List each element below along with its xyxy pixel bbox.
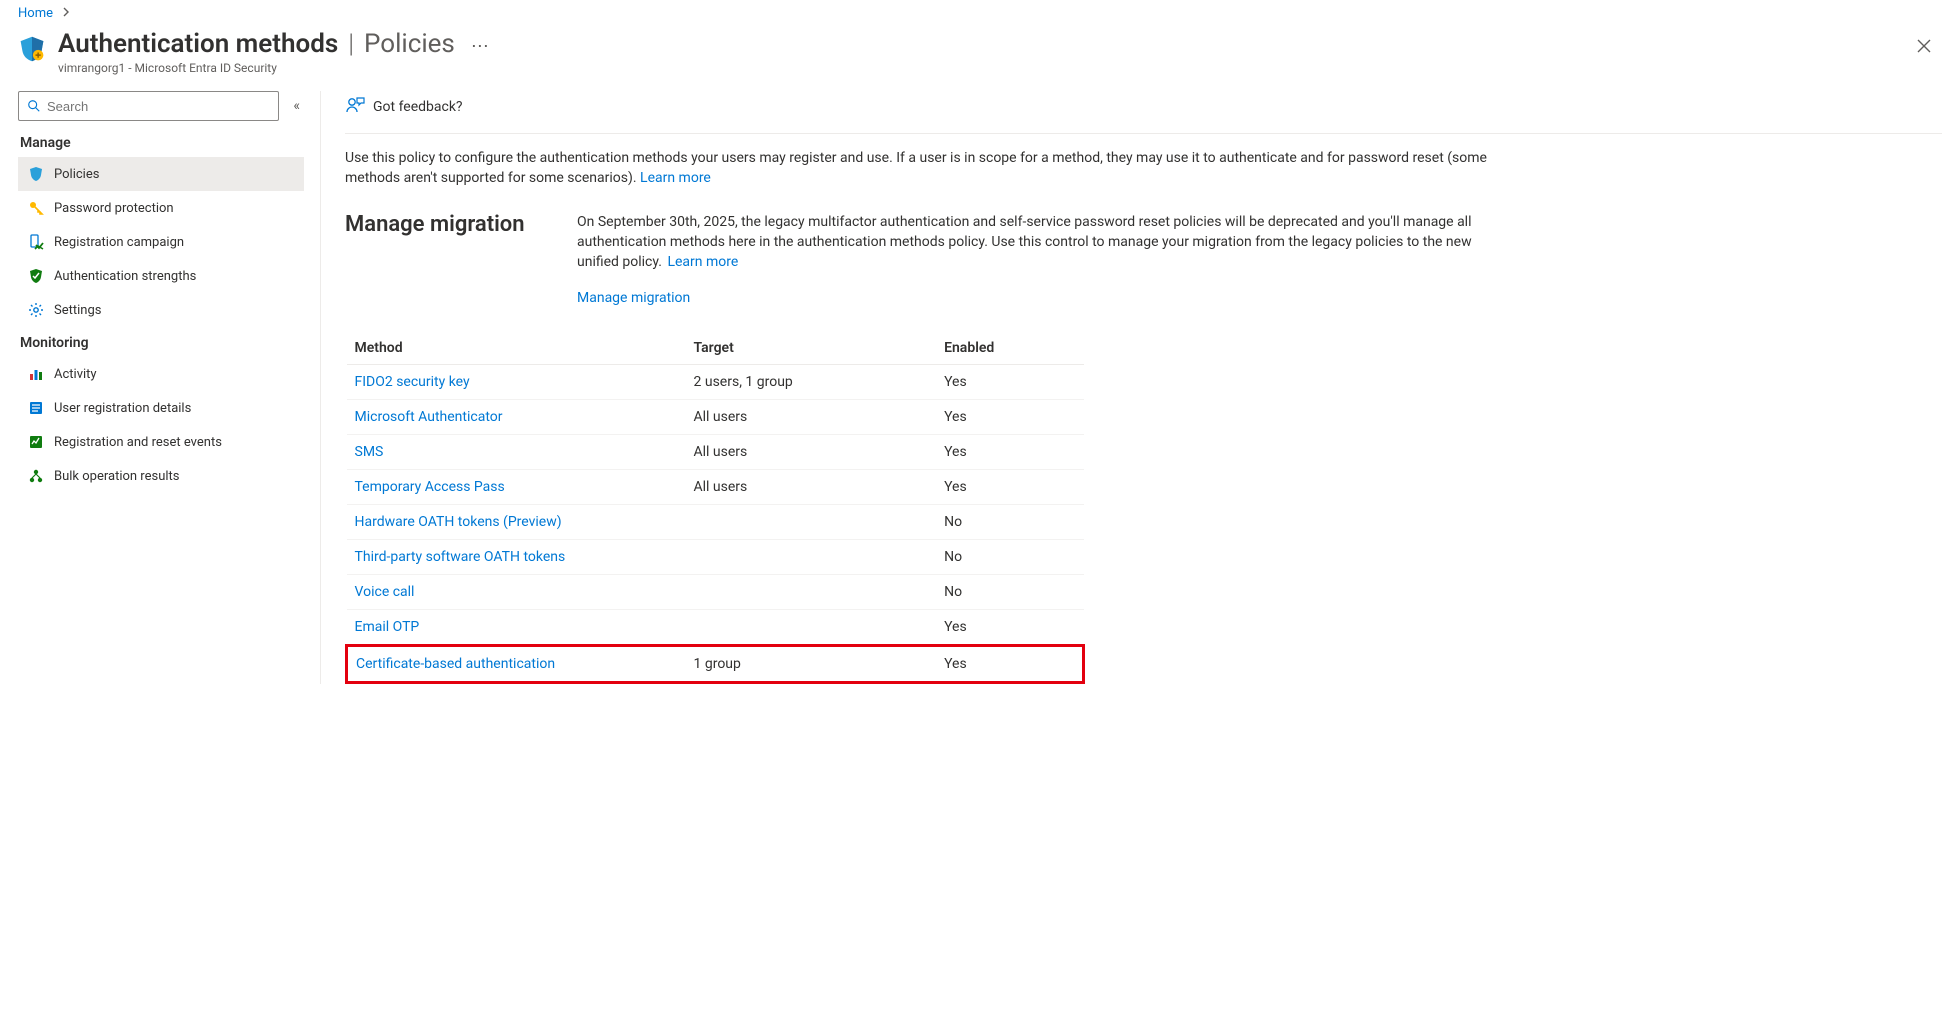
method-link[interactable]: Voice call bbox=[355, 584, 415, 600]
page-title: Authentication methods bbox=[58, 29, 338, 59]
migration-heading: Manage migration bbox=[345, 212, 545, 308]
method-link[interactable]: Email OTP bbox=[355, 619, 420, 635]
table-row[interactable]: Hardware OATH tokens (Preview) No bbox=[347, 505, 1084, 540]
table-row[interactable]: Voice call No bbox=[347, 575, 1084, 610]
page-subtitle: vimrangorg1 - Microsoft Entra ID Securit… bbox=[58, 61, 495, 75]
methods-table: Method Target Enabled FIDO2 security key… bbox=[345, 332, 1085, 684]
target-cell bbox=[686, 540, 937, 575]
chevron-right-icon bbox=[61, 6, 71, 21]
table-row[interactable]: Temporary Access Pass All usersYes bbox=[347, 470, 1084, 505]
method-link[interactable]: FIDO2 security key bbox=[355, 374, 470, 390]
shield-icon bbox=[28, 166, 44, 182]
bar-chart-icon bbox=[28, 366, 44, 382]
shield-auth-icon bbox=[18, 35, 46, 63]
enabled-cell: No bbox=[936, 505, 1083, 540]
method-link[interactable]: Microsoft Authenticator bbox=[355, 409, 503, 425]
page-section: Policies bbox=[364, 29, 455, 59]
intro-text: Use this policy to configure the authent… bbox=[345, 148, 1505, 188]
phone-check-icon bbox=[28, 234, 44, 250]
target-cell: 2 users, 1 group bbox=[686, 365, 937, 400]
manage-migration-link[interactable]: Manage migration bbox=[577, 288, 1507, 308]
nav-item-label: Policies bbox=[54, 167, 99, 182]
target-cell bbox=[686, 575, 937, 610]
events-icon bbox=[28, 434, 44, 450]
shield-check-icon bbox=[28, 268, 44, 284]
table-row[interactable]: Certificate-based authentication 1 groupY… bbox=[347, 646, 1084, 683]
nav-item-label: Password protection bbox=[54, 201, 174, 216]
enabled-cell: Yes bbox=[936, 400, 1083, 435]
nodes-icon bbox=[28, 468, 44, 484]
nav-item-bulk-operation-results[interactable]: Bulk operation results bbox=[18, 459, 304, 493]
nav-item-policies[interactable]: Policies bbox=[18, 157, 304, 191]
search-input[interactable] bbox=[18, 91, 279, 121]
intro-learn-more[interactable]: Learn more bbox=[640, 170, 711, 186]
method-link[interactable]: Hardware OATH tokens (Preview) bbox=[355, 514, 562, 530]
nav-section-monitoring: Monitoring bbox=[20, 335, 304, 351]
migration-learn-more[interactable]: Learn more bbox=[667, 254, 738, 270]
title-separator: | bbox=[348, 29, 354, 59]
enabled-cell: Yes bbox=[936, 470, 1083, 505]
table-row[interactable]: Microsoft Authenticator All usersYes bbox=[347, 400, 1084, 435]
nav-item-activity[interactable]: Activity bbox=[18, 357, 304, 391]
key-icon bbox=[28, 200, 44, 216]
collapse-sidebar-icon[interactable]: « bbox=[289, 94, 304, 118]
method-link[interactable]: Certificate-based authentication bbox=[356, 656, 555, 672]
target-cell: 1 group bbox=[686, 646, 937, 683]
feedback-link[interactable]: Got feedback? bbox=[373, 99, 463, 115]
target-cell bbox=[686, 610, 937, 646]
nav-item-password-protection[interactable]: Password protection bbox=[18, 191, 304, 225]
nav-item-label: Registration and reset events bbox=[54, 435, 222, 450]
enabled-cell: Yes bbox=[936, 435, 1083, 470]
nav-item-label: Bulk operation results bbox=[54, 469, 179, 484]
search-field[interactable] bbox=[41, 99, 270, 114]
col-method[interactable]: Method bbox=[347, 332, 686, 365]
nav-item-authentication-strengths[interactable]: Authentication strengths bbox=[18, 259, 304, 293]
nav-item-label: Settings bbox=[54, 303, 101, 318]
nav-item-settings[interactable]: Settings bbox=[18, 293, 304, 327]
enabled-cell: Yes bbox=[936, 365, 1083, 400]
search-icon bbox=[27, 99, 41, 113]
breadcrumb-home[interactable]: Home bbox=[18, 6, 53, 21]
enabled-cell: No bbox=[936, 575, 1083, 610]
table-row[interactable]: Email OTP Yes bbox=[347, 610, 1084, 646]
nav-item-label: Activity bbox=[54, 367, 97, 382]
table-row[interactable]: SMS All usersYes bbox=[347, 435, 1084, 470]
target-cell: All users bbox=[686, 400, 937, 435]
enabled-cell: Yes bbox=[936, 646, 1083, 683]
target-cell: All users bbox=[686, 470, 937, 505]
nav-item-registration-reset-events[interactable]: Registration and reset events bbox=[18, 425, 304, 459]
nav-item-label: User registration details bbox=[54, 401, 191, 416]
nav-item-user-registration-details[interactable]: User registration details bbox=[18, 391, 304, 425]
col-target[interactable]: Target bbox=[686, 332, 937, 365]
nav-item-label: Authentication strengths bbox=[54, 269, 196, 284]
gear-icon bbox=[28, 302, 44, 318]
more-icon[interactable]: ⋯ bbox=[465, 36, 495, 57]
breadcrumb: Home bbox=[18, 6, 1942, 21]
table-row[interactable]: Third-party software OATH tokens No bbox=[347, 540, 1084, 575]
feedback-icon[interactable] bbox=[345, 95, 365, 119]
close-icon[interactable] bbox=[1906, 29, 1942, 65]
nav-item-registration-campaign[interactable]: Registration campaign bbox=[18, 225, 304, 259]
method-link[interactable]: SMS bbox=[355, 444, 384, 460]
sidebar: « Manage Policies Password protection R bbox=[18, 91, 304, 684]
method-link[interactable]: Third-party software OATH tokens bbox=[355, 549, 566, 565]
list-icon bbox=[28, 400, 44, 416]
target-cell: All users bbox=[686, 435, 937, 470]
nav-section-manage: Manage bbox=[20, 135, 304, 151]
nav-item-label: Registration campaign bbox=[54, 235, 184, 250]
target-cell bbox=[686, 505, 937, 540]
content: Got feedback? Use this policy to configu… bbox=[320, 91, 1942, 684]
enabled-cell: No bbox=[936, 540, 1083, 575]
col-enabled[interactable]: Enabled bbox=[936, 332, 1083, 365]
table-row[interactable]: FIDO2 security key 2 users, 1 groupYes bbox=[347, 365, 1084, 400]
method-link[interactable]: Temporary Access Pass bbox=[355, 479, 505, 495]
enabled-cell: Yes bbox=[936, 610, 1083, 646]
